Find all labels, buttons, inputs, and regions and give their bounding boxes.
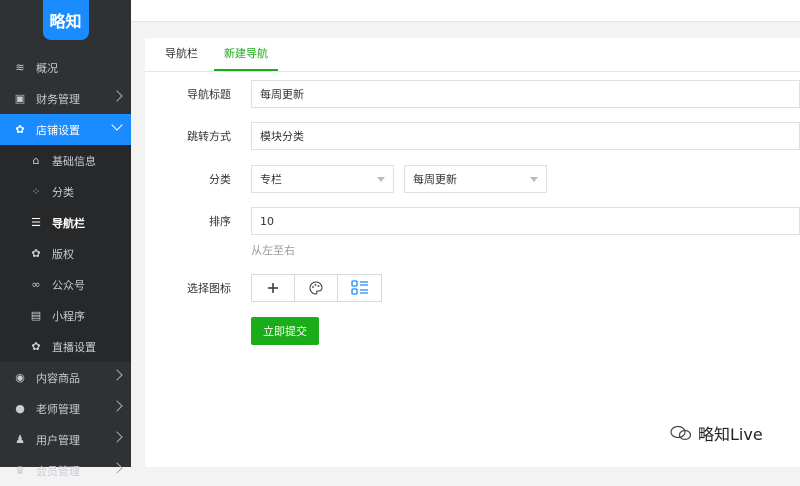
tab-navbar[interactable]: 导航栏 (155, 37, 208, 71)
sidebar-item-content-products[interactable]: ◉ 内容商品 (0, 362, 131, 393)
plus-icon (268, 283, 278, 293)
sidebar-item-label: 财务管理 (36, 92, 80, 106)
sidebar-item-label: 版权 (52, 247, 74, 261)
caret-down-icon (530, 177, 538, 182)
palette-icon (309, 281, 323, 295)
gear-icon: ✿ (15, 123, 25, 136)
sidebar-item-teachers[interactable]: ● 老师管理 (0, 393, 131, 424)
top-bar (131, 0, 800, 22)
sidebar-subitem-live-settings[interactable]: ✿ 直播设置 (0, 331, 131, 362)
file-icon: ▤ (30, 309, 42, 322)
sidebar-item-label: 分类 (52, 185, 74, 199)
sort-hint: 从左至右 (251, 244, 295, 257)
sidebar: 略知 ≋ 概况 ▣ 财务管理 ✿ 店铺设置 ⌂ 基础信息 ⁘ 分类 ☰ 导航栏 … (0, 0, 131, 478)
main-panel: 导航栏 新建导航 导航标题 每周更新 跳转方式 模块分类 分类 专栏 每周更新 … (145, 38, 800, 467)
form-row-title: 导航标题 (145, 80, 241, 108)
home-icon: ⌂ (32, 154, 40, 167)
sidebar-item-label: 店铺设置 (36, 123, 80, 137)
field-label: 选择图标 (187, 282, 231, 295)
field-label: 排序 (209, 215, 231, 228)
pin-icon: ● (15, 402, 25, 415)
sidebar-item-label: 老师管理 (36, 402, 80, 416)
watermark-text: 略知Live (698, 425, 763, 444)
title-input[interactable]: 每周更新 (251, 80, 800, 108)
content-icon: ◉ (15, 371, 25, 384)
category-select-type[interactable]: 专栏 (251, 165, 394, 193)
select-value: 每周更新 (413, 173, 457, 186)
sidebar-item-overview[interactable]: ≋ 概况 (0, 52, 131, 83)
sidebar-item-users[interactable]: ♟ 用户管理 (0, 424, 131, 455)
wechat-icon (670, 425, 692, 441)
sidebar-subitem-basic-info[interactable]: ⌂ 基础信息 (0, 145, 131, 176)
link-icon: ∞ (31, 278, 41, 291)
caret-down-icon (377, 177, 385, 182)
form-row-jump: 跳转方式 (145, 122, 241, 150)
layers-icon: ≋ (15, 61, 25, 74)
finance-icon: ▣ (14, 92, 26, 105)
sidebar-item-label: 导航栏 (52, 216, 85, 230)
add-icon-button[interactable] (252, 275, 295, 301)
sidebar-item-label: 会员管理 (36, 464, 80, 478)
palette-button[interactable] (295, 275, 338, 301)
tab-bar: 导航栏 新建导航 (145, 38, 800, 72)
submit-button[interactable]: 立即提交 (251, 317, 319, 345)
sidebar-item-members[interactable]: ♛ 会员管理 (0, 455, 131, 486)
sidebar-item-label: 概况 (36, 61, 58, 75)
list-grid-icon (350, 280, 368, 295)
chevron-right-icon (111, 431, 123, 443)
grid-icon: ⁘ (31, 185, 41, 198)
sidebar-subitem-category[interactable]: ⁘ 分类 (0, 176, 131, 207)
sidebar-subitem-mini-program[interactable]: ▤ 小程序 (0, 300, 131, 331)
cog-icon: ✿ (31, 247, 41, 260)
field-label: 分类 (209, 173, 231, 186)
list-icon: ☰ (31, 216, 41, 229)
jump-input[interactable]: 模块分类 (251, 122, 800, 150)
chevron-right-icon (111, 400, 123, 412)
icon-picker (251, 274, 382, 302)
sidebar-subitem-navbar[interactable]: ☰ 导航栏 (0, 207, 131, 238)
watermark: 略知Live (670, 421, 763, 445)
logo-area: 略知 (0, 0, 131, 48)
sidebar-item-label: 公众号 (52, 278, 85, 292)
field-label: 跳转方式 (187, 130, 231, 143)
category-select-item[interactable]: 每周更新 (404, 165, 547, 193)
sidebar-item-label: 内容商品 (36, 371, 80, 385)
form-row-sort: 排序 (145, 207, 241, 235)
tab-new-nav[interactable]: 新建导航 (214, 37, 278, 71)
member-icon: ♛ (15, 464, 25, 477)
chevron-right-icon (111, 90, 123, 102)
sort-input[interactable]: 10 (251, 207, 800, 235)
sidebar-item-label: 用户管理 (36, 433, 80, 447)
chevron-down-icon (111, 119, 123, 131)
sidebar-item-finance[interactable]: ▣ 财务管理 (0, 83, 131, 114)
field-label: 导航标题 (187, 88, 231, 101)
sidebar-subitem-official-account[interactable]: ∞ 公众号 (0, 269, 131, 300)
sidebar-item-label: 直播设置 (52, 340, 96, 354)
select-value: 专栏 (260, 173, 282, 186)
sidebar-item-label: 基础信息 (52, 154, 96, 168)
logo: 略知 (42, 0, 89, 40)
selected-icon-preview[interactable] (338, 275, 381, 301)
sidebar-item-label: 小程序 (52, 309, 85, 323)
sidebar-menu: ≋ 概况 ▣ 财务管理 ✿ 店铺设置 ⌂ 基础信息 ⁘ 分类 ☰ 导航栏 ✿ 版… (0, 52, 131, 486)
form-row-category: 分类 (145, 165, 241, 193)
sidebar-subitem-copyright[interactable]: ✿ 版权 (0, 238, 131, 269)
sidebar-submenu: ⌂ 基础信息 ⁘ 分类 ☰ 导航栏 ✿ 版权 ∞ 公众号 ▤ 小程序 ✿ 直播设… (0, 145, 131, 362)
chevron-right-icon (111, 369, 123, 381)
form-row-icon: 选择图标 (145, 274, 241, 302)
user-icon: ♟ (15, 433, 25, 446)
cog-icon: ✿ (31, 340, 41, 353)
sidebar-item-store-settings[interactable]: ✿ 店铺设置 (0, 114, 131, 145)
chevron-right-icon (111, 462, 123, 474)
